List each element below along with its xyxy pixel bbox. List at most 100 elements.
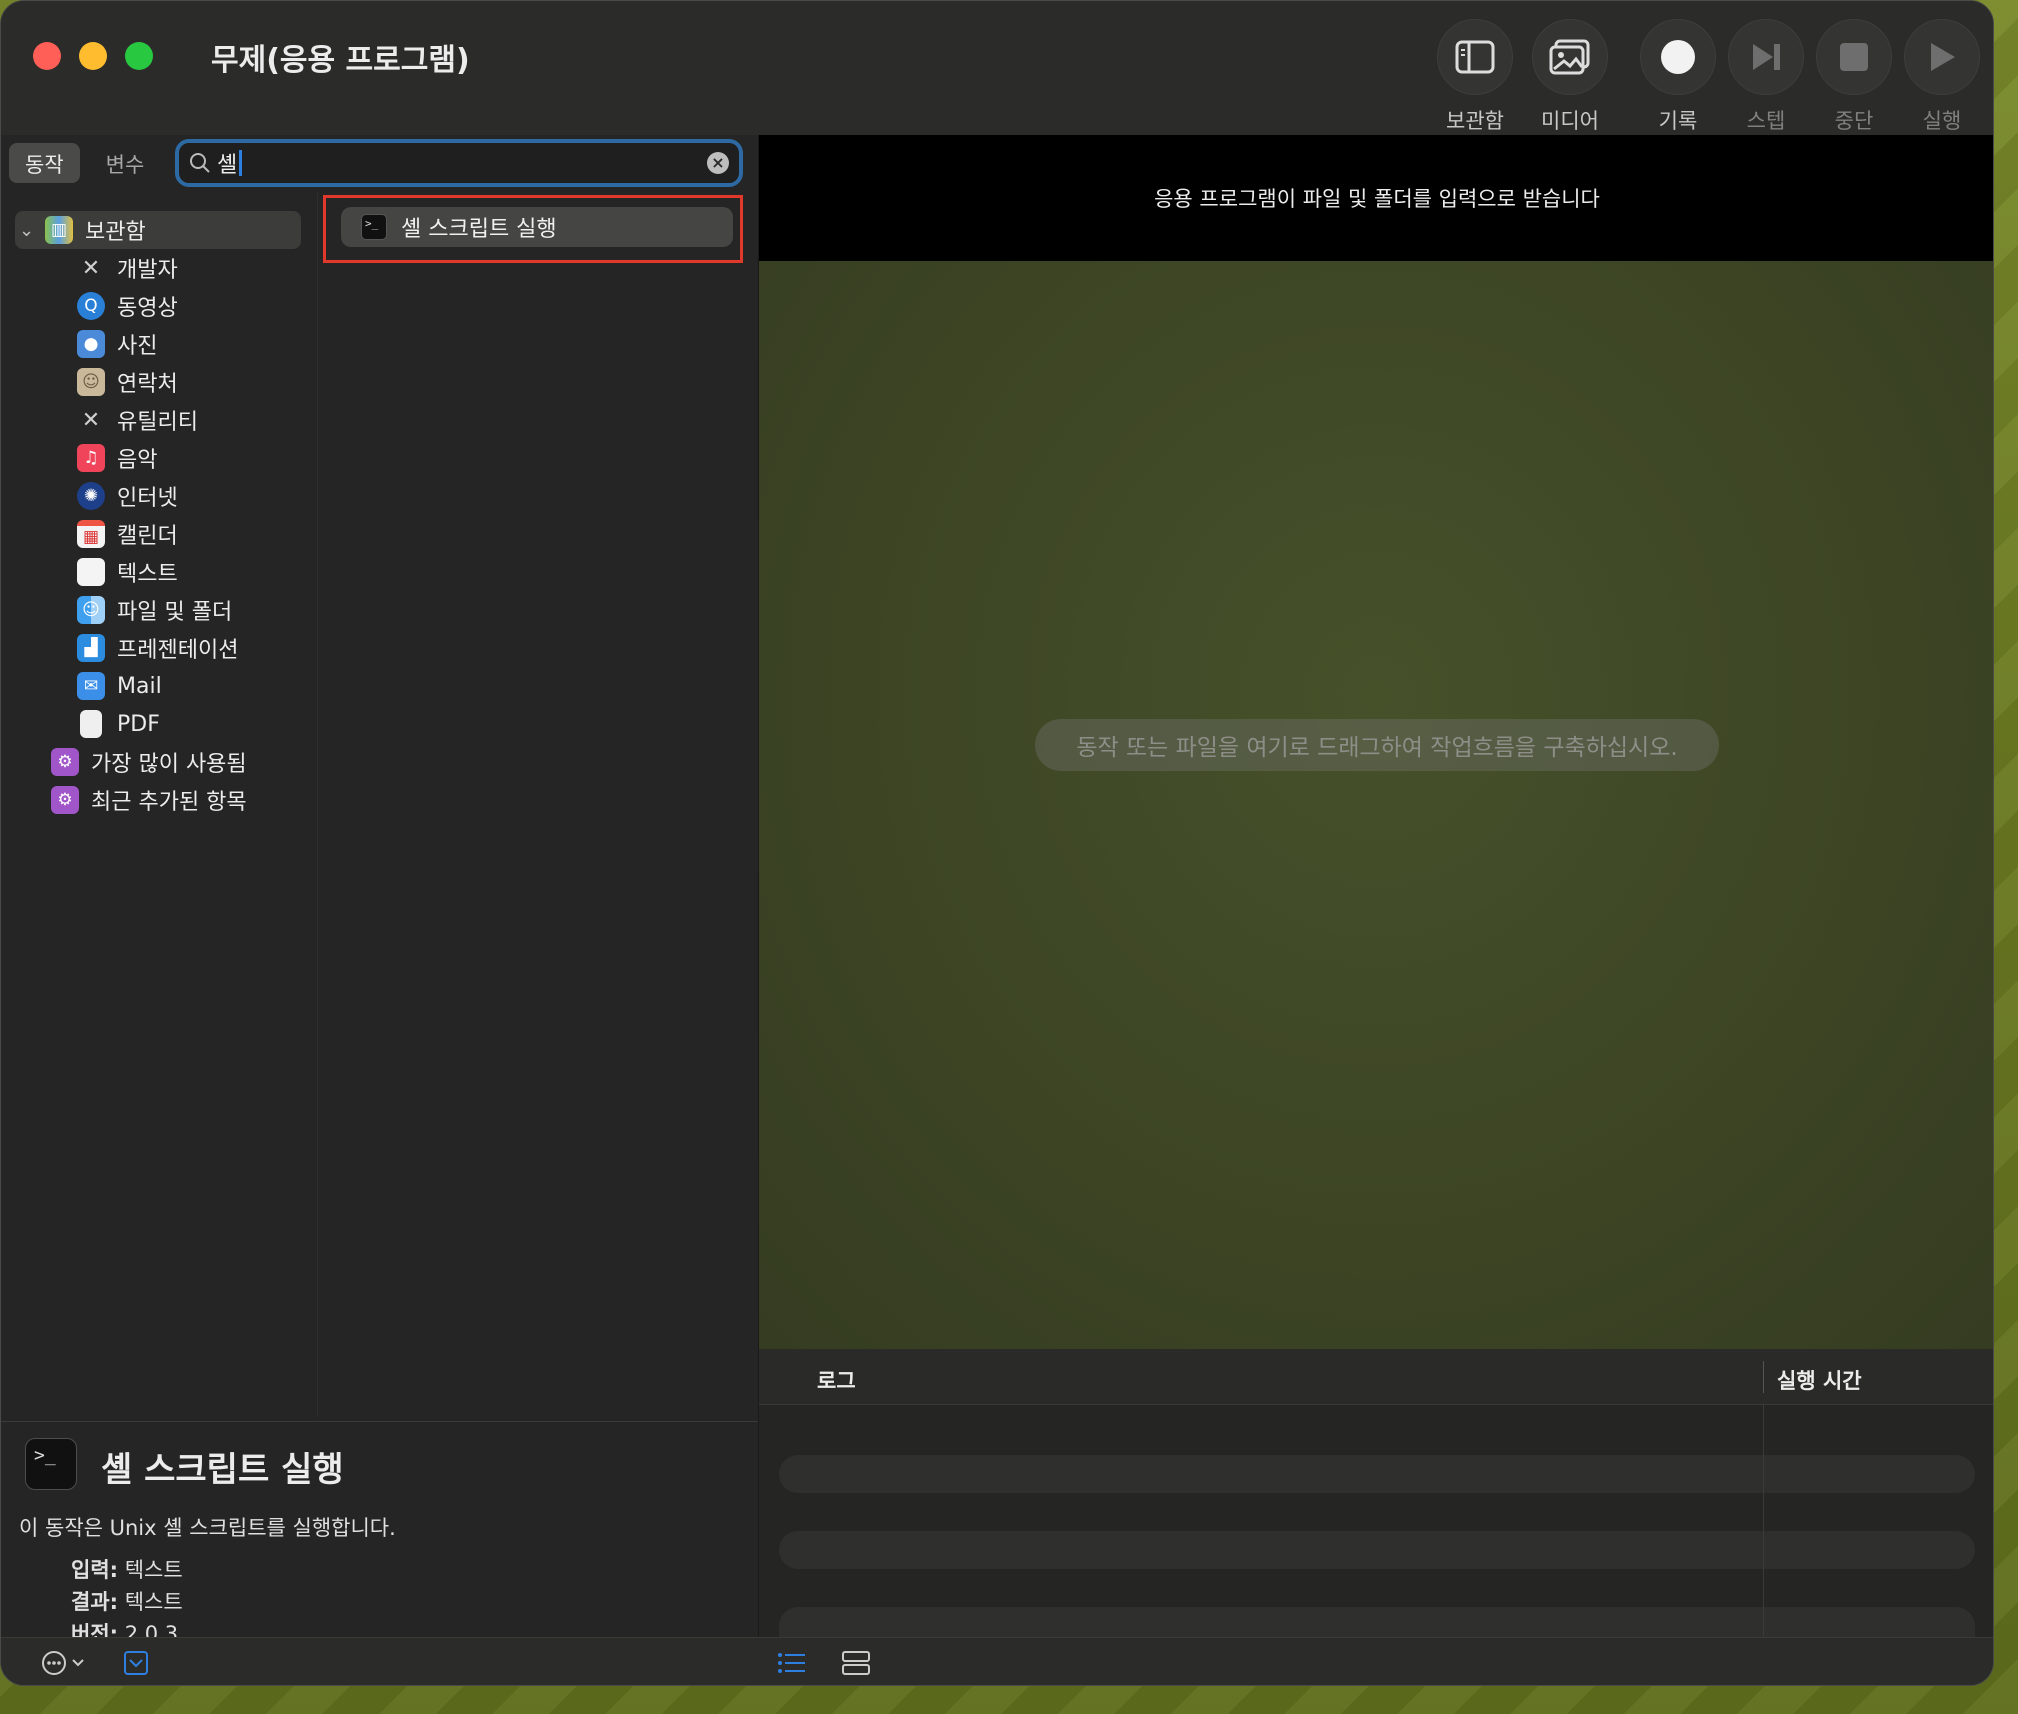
toolbar-label: 스텝 (1746, 109, 1786, 133)
column-divider (317, 193, 318, 1417)
sidebar-item-files-folders[interactable]: ☺ 파일 및 폴더 (77, 591, 232, 629)
record-icon (1640, 19, 1716, 95)
media-toolbar-button[interactable]: 미디어 (1530, 19, 1610, 135)
sidebar-item-presentation[interactable]: ▟ 프레젠테이션 (77, 629, 238, 667)
sidebar-item-developer[interactable]: ✕ 개발자 (77, 249, 178, 287)
step-toolbar-button[interactable]: 스텝 (1726, 19, 1806, 135)
toolbar-label: 중단 (1834, 109, 1874, 133)
sidebar-item-label: 캘린더 (117, 524, 178, 549)
tab-variables[interactable]: 변수 (90, 143, 161, 183)
camera-icon: ● (77, 330, 105, 358)
zoom-button[interactable] (125, 42, 153, 70)
search-field[interactable]: 셸 × (175, 139, 743, 187)
input-info: 입력: 텍스트 (71, 1554, 183, 1584)
close-button[interactable] (33, 42, 61, 70)
sidebar-item-internet[interactable]: ✺ 인터넷 (77, 477, 178, 515)
sidebar-item-label: 텍스트 (117, 562, 178, 587)
sidebar-item-video[interactable]: Q 동영상 (77, 287, 178, 325)
folder-icon: ⚙ (51, 786, 79, 814)
list-view-button[interactable] (777, 1652, 805, 1678)
ellipsis-circle-icon (42, 1651, 66, 1675)
duration-column-header[interactable]: 실행 시간 (1777, 1365, 1862, 1395)
title-bar: 무제(응용 프로그램) 보관함 미디어 기록 스텝 중단 실행 (1, 1, 1993, 135)
record-toolbar-button[interactable]: 기록 (1638, 19, 1718, 135)
action-menu-button[interactable] (41, 1650, 85, 1676)
pdf-icon (80, 710, 102, 738)
workflow-drop-hint: 동작 또는 파일을 여기로 드래그하여 작업흐름을 구축하십시오. (1035, 719, 1719, 771)
sidebar-item-mail[interactable]: ✉ Mail (77, 667, 162, 705)
log-row (779, 1531, 1975, 1569)
log-row (779, 1607, 1975, 1637)
library-books-icon: ▥ (45, 216, 73, 244)
description-toggle-button[interactable] (123, 1650, 149, 1680)
finder-icon: ☺ (77, 596, 105, 624)
sidebar-icon (1437, 19, 1513, 95)
list-icon (778, 1653, 805, 1673)
description-text: 이 동작은 Unix 셸 스크립트를 실행합니다. (19, 1516, 396, 1540)
folder-icon: ⚙ (51, 748, 79, 776)
workflow-canvas[interactable]: 동작 또는 파일을 여기로 드래그하여 작업흐름을 구축하십시오. (759, 261, 1993, 1349)
music-icon: ♫ (77, 444, 105, 472)
minimize-button[interactable] (79, 42, 107, 70)
library-root[interactable]: ⌄ ▥ 보관함 (1, 211, 146, 249)
globe-icon: ✺ (77, 482, 105, 510)
sidebar-item-label: 음악 (117, 448, 158, 473)
calendar-icon: ▦ (77, 520, 105, 548)
description-toggle-icon (124, 1651, 148, 1675)
sidebar-item-label: 최근 추가된 항목 (91, 790, 247, 815)
log-column-header[interactable]: 로그 (817, 1365, 856, 1395)
clear-search-icon[interactable]: × (707, 152, 729, 174)
action-item-label: 셸 스크립트 실행 (401, 217, 557, 242)
toolbar-label: 실행 (1922, 109, 1962, 133)
tab-actions[interactable]: 동작 (9, 143, 80, 183)
result-value: 텍스트 (124, 1590, 183, 1614)
sidebar-item-music[interactable]: ♫ 음악 (77, 439, 157, 477)
result-info: 결과: 텍스트 (71, 1586, 183, 1616)
window-title: 무제(응용 프로그램) (211, 43, 470, 78)
search-icon (190, 153, 210, 173)
automator-window: 무제(응용 프로그램) 보관함 미디어 기록 스텝 중단 실행 동작 변수 셸 … (0, 0, 1994, 1686)
sidebar-item-recently-added[interactable]: ⚙ 최근 추가된 항목 (51, 781, 247, 819)
sidebar-segmented-control: 동작 변수 (9, 143, 160, 183)
mail-icon: ✉ (77, 672, 105, 700)
result-label: 결과: (71, 1590, 119, 1614)
sidebar-item-pdf[interactable]: PDF (77, 705, 160, 743)
sidebar-item-text[interactable]: 텍스트 (77, 553, 178, 591)
run-toolbar-button[interactable]: 실행 (1902, 19, 1982, 135)
rows-icon (842, 1651, 870, 1675)
toolbar-label: 미디어 (1541, 109, 1599, 133)
sidebar-item-utilities[interactable]: ✕ 유틸리티 (77, 401, 198, 439)
sidebar-item-label: 인터넷 (117, 486, 178, 511)
text-icon (77, 558, 105, 586)
sidebar-item-label: 파일 및 폴더 (117, 600, 233, 625)
sidebar-item-photos[interactable]: ● 사진 (77, 325, 157, 363)
search-input[interactable]: 셸 (217, 147, 237, 179)
sidebar-item-most-used[interactable]: ⚙ 가장 많이 사용됨 (51, 743, 247, 781)
sidebar-item-label: 프레젠테이션 (117, 638, 239, 663)
description-title: 셸 스크립트 실행 (101, 1450, 344, 1490)
photos-icon (1532, 19, 1608, 95)
sidebar-item-contacts[interactable]: ☺ 연락처 (77, 363, 178, 401)
chevron-down-icon (72, 1659, 84, 1667)
column-separator[interactable] (1763, 1361, 1764, 1393)
sidebar-item-label: 연락처 (117, 372, 178, 397)
library-toolbar-button[interactable]: 보관함 (1435, 19, 1515, 135)
column-separator (1763, 1405, 1764, 1637)
terminal-icon: >_ (361, 214, 387, 240)
stop-icon (1816, 19, 1892, 95)
terminal-icon: >_ (25, 1438, 77, 1490)
log-table (759, 1405, 1993, 1637)
log-header: 로그 실행 시간 (759, 1349, 1993, 1405)
step-icon (1728, 19, 1804, 95)
toolbar-label: 보관함 (1446, 109, 1504, 133)
chevron-down-icon[interactable]: ⌄ (19, 220, 45, 241)
toolbar-label: 기록 (1658, 109, 1698, 133)
library-root-label: 보관함 (85, 220, 146, 245)
keynote-icon: ▟ (77, 634, 105, 662)
sidebar-item-calendar[interactable]: ▦ 캘린더 (77, 515, 178, 553)
stop-toolbar-button[interactable]: 중단 (1814, 19, 1894, 135)
action-item-run-shell-script[interactable]: >_ 셸 스크립트 실행 (341, 207, 733, 247)
input-value: 텍스트 (124, 1558, 183, 1582)
sidebar-item-label: Mail (117, 673, 162, 699)
column-view-button[interactable] (841, 1650, 871, 1680)
